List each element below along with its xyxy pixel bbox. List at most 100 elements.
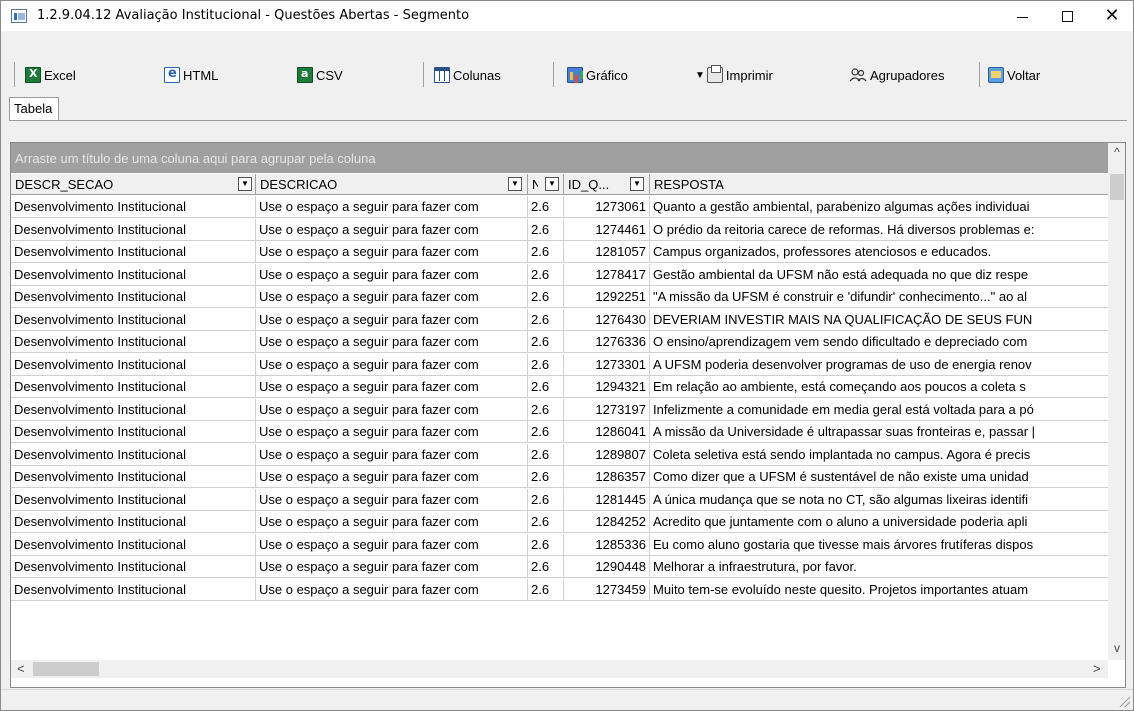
cell-id-questao[interactable]: 1276336 (564, 331, 650, 353)
table-row[interactable]: Desenvolvimento Institucional Use o espaç… (11, 443, 1108, 466)
table-row[interactable]: Desenvolvimento Institucional Use o espaç… (11, 421, 1108, 443)
cell-descr-secao[interactable]: Desenvolvimento Institucional (11, 443, 256, 466)
groupers-button[interactable]: Agrupadores (849, 62, 944, 88)
horizontal-scroll-thumb[interactable] (33, 662, 99, 676)
table-row[interactable]: Desenvolvimento Institucional Use o espaç… (11, 331, 1108, 353)
cell-id-questao[interactable]: 1292251 (564, 286, 650, 308)
cell-n[interactable]: 2.6 (528, 241, 564, 263)
cell-resposta[interactable]: Gestão ambiental da UFSM não está adequa… (650, 264, 1108, 286)
cell-id-questao[interactable]: 1294321 (564, 376, 650, 398)
cell-id-questao[interactable]: 1289807 (564, 443, 650, 466)
cell-descricao[interactable]: Use o espaço a seguir para fazer com (256, 353, 528, 376)
csv-button[interactable]: CSV (297, 62, 343, 88)
column-header-descricao[interactable]: DESCRICAO ▼ (256, 174, 528, 195)
cell-id-questao[interactable]: 1286041 (564, 421, 650, 443)
vertical-scroll-thumb[interactable] (1110, 174, 1124, 200)
cell-n[interactable]: 2.6 (528, 308, 564, 331)
cell-id-questao[interactable]: 1276430 (564, 308, 650, 331)
filter-dropdown-icon[interactable]: ▼ (238, 177, 252, 191)
table-row[interactable]: Desenvolvimento Institucional Use o espaç… (11, 511, 1108, 533)
cell-descr-secao[interactable]: Desenvolvimento Institucional (11, 286, 256, 308)
table-row[interactable]: Desenvolvimento Institucional Use o espaç… (11, 308, 1108, 331)
html-button[interactable]: HTML (164, 62, 218, 88)
cell-n[interactable]: 2.6 (528, 488, 564, 511)
print-button[interactable]: ▼ Imprimir (695, 62, 773, 88)
cell-descricao[interactable]: Use o espaço a seguir para fazer com (256, 511, 528, 533)
cell-descr-secao[interactable]: Desenvolvimento Institucional (11, 578, 256, 601)
table-row[interactable]: Desenvolvimento Institucional Use o espaç… (11, 218, 1108, 241)
cell-n[interactable]: 2.6 (528, 218, 564, 241)
cell-descr-secao[interactable]: Desenvolvimento Institucional (11, 511, 256, 533)
close-button[interactable]: ✕ (1089, 1, 1134, 31)
minimize-button[interactable] (999, 1, 1045, 31)
scroll-up-icon[interactable]: ^ (1108, 145, 1125, 159)
cell-descricao[interactable]: Use o espaço a seguir para fazer com (256, 443, 528, 466)
cell-descricao[interactable]: Use o espaço a seguir para fazer com (256, 286, 528, 308)
cell-descricao[interactable]: Use o espaço a seguir para fazer com (256, 421, 528, 443)
cell-resposta[interactable]: Melhorar a infraestrutura, por favor. (650, 556, 1108, 578)
cell-n[interactable]: 2.6 (528, 376, 564, 398)
chevron-down-icon[interactable]: ▼ (695, 70, 705, 81)
cell-descricao[interactable]: Use o espaço a seguir para fazer com (256, 578, 528, 601)
cell-descricao[interactable]: Use o espaço a seguir para fazer com (256, 218, 528, 241)
cell-resposta[interactable]: Coleta seletiva está sendo implantada no… (650, 444, 1108, 466)
table-row[interactable]: Desenvolvimento Institucional Use o espaç… (11, 196, 1108, 218)
columns-button[interactable]: Colunas (434, 62, 501, 88)
cell-id-questao[interactable]: 1290448 (564, 556, 650, 578)
cell-n[interactable]: 2.6 (528, 533, 564, 556)
cell-id-questao[interactable]: 1278417 (564, 263, 650, 286)
cell-resposta[interactable]: O prédio da reitoria carece de reformas.… (650, 219, 1108, 241)
vertical-scrollbar[interactable]: ^ v (1108, 143, 1125, 660)
table-row[interactable]: Desenvolvimento Institucional Use o espaç… (11, 398, 1108, 421)
scroll-right-icon[interactable]: > (1093, 661, 1101, 676)
cell-descricao[interactable]: Use o espaço a seguir para fazer com (256, 241, 528, 263)
cell-resposta[interactable]: Eu como aluno gostaria que tivesse mais … (650, 534, 1108, 556)
table-row[interactable]: Desenvolvimento Institucional Use o espaç… (11, 286, 1108, 308)
table-row[interactable]: Desenvolvimento Institucional Use o espaç… (11, 533, 1108, 556)
filter-dropdown-icon[interactable]: ▼ (545, 177, 559, 191)
cell-descr-secao[interactable]: Desenvolvimento Institucional (11, 466, 256, 488)
cell-descricao[interactable]: Use o espaço a seguir para fazer com (256, 488, 528, 511)
group-by-panel[interactable]: Arraste um título de uma coluna aqui par… (11, 143, 1108, 173)
cell-descr-secao[interactable]: Desenvolvimento Institucional (11, 421, 256, 443)
cell-n[interactable]: 2.6 (528, 263, 564, 286)
table-row[interactable]: Desenvolvimento Institucional Use o espaç… (11, 241, 1108, 263)
cell-n[interactable]: 2.6 (528, 511, 564, 533)
cell-id-questao[interactable]: 1281057 (564, 241, 650, 263)
scroll-left-icon[interactable]: < (17, 661, 25, 676)
tab-tabela[interactable]: Tabela (9, 97, 59, 121)
cell-id-questao[interactable]: 1285336 (564, 533, 650, 556)
cell-id-questao[interactable]: 1286357 (564, 466, 650, 488)
filter-dropdown-icon[interactable]: ▼ (508, 177, 522, 191)
cell-descricao[interactable]: Use o espaço a seguir para fazer com (256, 376, 528, 398)
resize-grip-icon[interactable] (1118, 695, 1130, 707)
cell-n[interactable]: 2.6 (528, 578, 564, 601)
chart-button[interactable]: Gráfico (567, 62, 628, 88)
cell-descr-secao[interactable]: Desenvolvimento Institucional (11, 488, 256, 511)
cell-resposta[interactable]: O ensino/aprendizagem vem sendo dificult… (650, 331, 1108, 353)
cell-n[interactable]: 2.6 (528, 421, 564, 443)
column-header-descr-secao[interactable]: DESCR_SECAO ▼ (11, 174, 256, 195)
cell-descr-secao[interactable]: Desenvolvimento Institucional (11, 308, 256, 331)
maximize-button[interactable] (1044, 1, 1090, 31)
cell-resposta[interactable]: Em relação ao ambiente, está começando a… (650, 376, 1108, 398)
cell-descricao[interactable]: Use o espaço a seguir para fazer com (256, 556, 528, 578)
column-header-resposta[interactable]: RESPOSTA (650, 174, 1108, 195)
cell-n[interactable]: 2.6 (528, 556, 564, 578)
table-row[interactable]: Desenvolvimento Institucional Use o espaç… (11, 466, 1108, 488)
back-button[interactable]: Voltar (988, 62, 1040, 88)
cell-resposta[interactable]: Muito tem-se evoluído neste quesito. Pro… (650, 579, 1108, 601)
cell-n[interactable]: 2.6 (528, 286, 564, 308)
cell-descr-secao[interactable]: Desenvolvimento Institucional (11, 218, 256, 241)
cell-resposta[interactable]: Acredito que juntamente com o aluno a un… (650, 511, 1108, 533)
cell-descricao[interactable]: Use o espaço a seguir para fazer com (256, 398, 528, 421)
cell-descr-secao[interactable]: Desenvolvimento Institucional (11, 263, 256, 286)
cell-id-questao[interactable]: 1273061 (564, 196, 650, 218)
cell-id-questao[interactable]: 1273197 (564, 398, 650, 421)
column-header-id-questao[interactable]: ID_Q... ▼ (564, 174, 650, 195)
cell-descr-secao[interactable]: Desenvolvimento Institucional (11, 353, 256, 376)
cell-resposta[interactable]: A missão da Universidade é ultrapassar s… (650, 421, 1108, 443)
cell-n[interactable]: 2.6 (528, 466, 564, 488)
filter-dropdown-icon[interactable]: ▼ (630, 177, 644, 191)
cell-resposta[interactable]: A única mudança que se nota no CT, são a… (650, 489, 1108, 511)
